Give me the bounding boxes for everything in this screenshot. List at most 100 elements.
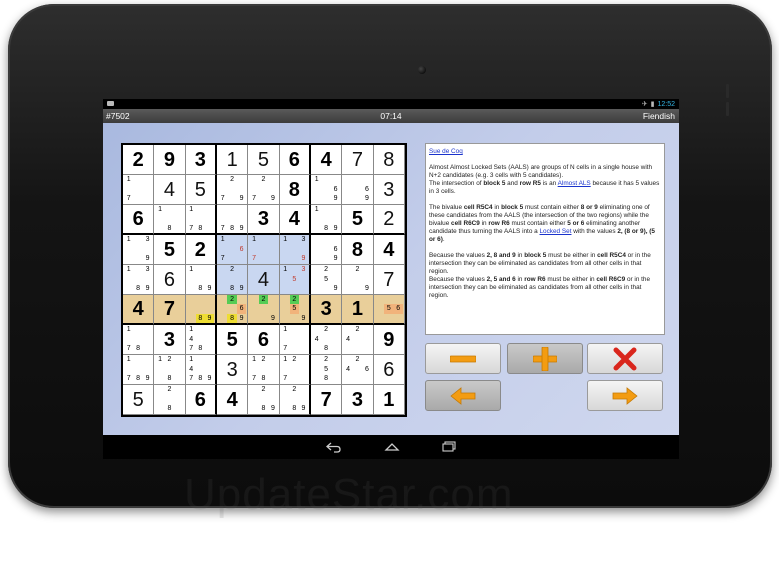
sudoku-cell[interactable]: 89 [185, 295, 217, 325]
sudoku-cell[interactable]: 2 [185, 235, 217, 265]
sudoku-cell[interactable]: 3 [373, 175, 405, 205]
sudoku-cell[interactable]: 1 89 [311, 205, 343, 235]
sudoku-cell[interactable]: 4 [373, 235, 405, 265]
sudoku-cell[interactable]: 1 4 789 [185, 355, 217, 385]
sudoku-cell[interactable]: 8 [373, 145, 405, 175]
sudoku-cell[interactable]: 1 [217, 145, 249, 175]
sudoku-cell[interactable]: 2 89 [248, 385, 280, 415]
sudoku-cell[interactable]: 8 [342, 235, 374, 265]
sudoku-cell[interactable]: 6 [123, 205, 155, 235]
sudoku-cell[interactable]: 4 [217, 385, 249, 415]
back-button[interactable] [425, 380, 501, 411]
sudoku-cell[interactable]: 1 78 [123, 325, 155, 355]
sudoku-cell[interactable]: 17 [123, 175, 155, 205]
sudoku-cell[interactable]: 6 [154, 265, 186, 295]
sudoku-cell[interactable]: 29 [342, 265, 374, 295]
sudoku-cell[interactable]: 1 [342, 295, 374, 325]
sudoku-cell[interactable]: 7 [311, 385, 343, 415]
sudoku-cell[interactable]: 1 3 89 [123, 265, 155, 295]
sudoku-cell[interactable]: 7 [342, 145, 374, 175]
sudoku-cell[interactable]: 24 6 [342, 355, 374, 385]
sudoku-cell[interactable]: 3 [311, 295, 343, 325]
sudoku-cell[interactable]: 5 [154, 235, 186, 265]
candidate-grid: 1 89 [312, 205, 340, 233]
sudoku-cell[interactable]: 12 7 [279, 355, 311, 385]
sudoku-cell[interactable]: 3 [342, 385, 374, 415]
sudoku-cell[interactable]: 69 [311, 235, 343, 265]
sudoku-cell[interactable]: 28 [154, 385, 186, 415]
sudoku-cell[interactable]: 1 [373, 385, 405, 415]
sudoku-cell[interactable]: 6 [185, 385, 217, 415]
sudoku-cell[interactable]: 1789 [123, 355, 155, 385]
sudoku-cell[interactable]: 69 [342, 175, 374, 205]
sudoku-cell[interactable]: 5 [342, 205, 374, 235]
sudoku-cell[interactable]: 9 [154, 145, 186, 175]
sudoku-cell[interactable]: 1 3 9 [123, 235, 155, 265]
sudoku-cell[interactable]: 6 [279, 145, 311, 175]
sudoku-cell[interactable]: 2 [373, 205, 405, 235]
candidate-digit: 1 [126, 326, 131, 333]
sudoku-cell[interactable]: 1 3 9 [279, 235, 311, 265]
explanation-text: Almost Almost Locked Sets (AALS) are gro… [429, 164, 653, 179]
sudoku-cell[interactable]: 259 [311, 265, 343, 295]
sudoku-cell[interactable]: 6 [248, 325, 280, 355]
sudoku-cell[interactable]: 4 [154, 175, 186, 205]
sudoku-cell[interactable]: 24 [342, 325, 374, 355]
recent-apps-icon[interactable] [441, 441, 457, 453]
sudoku-cell[interactable]: 2 89 [279, 385, 311, 415]
sudoku-cell[interactable]: 3 [185, 145, 217, 175]
cell-value: 4 [383, 238, 395, 261]
sudoku-cell[interactable]: 2 89 [217, 265, 249, 295]
sudoku-cell[interactable]: 2 5 8 [311, 355, 343, 385]
sudoku-cell[interactable]: 2 7 9 [217, 175, 249, 205]
sudoku-cell[interactable]: 17 [279, 325, 311, 355]
sudoku-cell[interactable]: 1 6 9 [311, 175, 343, 205]
sudoku-cell[interactable]: 1 4 78 [185, 325, 217, 355]
sudoku-cell[interactable]: 9 [373, 325, 405, 355]
sudoku-cell[interactable]: 2 7 9 [248, 175, 280, 205]
sudoku-cell[interactable]: 259 [279, 295, 311, 325]
plus-button[interactable] [507, 343, 583, 374]
technique-link[interactable]: Sue de Coq [429, 148, 463, 155]
locked-set-link[interactable]: Locked Set [540, 228, 572, 235]
sudoku-cell[interactable]: 789 [217, 205, 249, 235]
almost-als-link[interactable]: Almost ALS [558, 180, 591, 187]
back-nav-icon[interactable] [325, 441, 341, 453]
sudoku-cell[interactable]: 6 [373, 355, 405, 385]
sudoku-cell[interactable]: 248 [311, 325, 343, 355]
sudoku-cell[interactable]: 4 [123, 295, 155, 325]
sudoku-cell[interactable]: 3 [248, 205, 280, 235]
sudoku-cell[interactable]: 12 78 [248, 355, 280, 385]
minus-button[interactable] [425, 343, 501, 374]
sudoku-cell[interactable]: 3 [154, 325, 186, 355]
sudoku-cell[interactable]: 18 [154, 205, 186, 235]
candidate-grid: 12 7 [281, 355, 308, 384]
sudoku-cell[interactable]: 1 89 [185, 265, 217, 295]
sudoku-cell[interactable]: 4 [248, 265, 280, 295]
candidate-digit: 1 [314, 206, 319, 213]
sudoku-cell[interactable]: 7 [154, 295, 186, 325]
sudoku-cell[interactable]: 4 [279, 205, 311, 235]
sudoku-cell[interactable]: 1 6 7 [217, 235, 249, 265]
sudoku-cell[interactable]: 8 [279, 175, 311, 205]
sudoku-cell[interactable]: 56 [373, 295, 405, 325]
sudoku-cell[interactable]: 12 8 [154, 355, 186, 385]
sudoku-cell[interactable]: 29 [248, 295, 280, 325]
cell-value: 6 [163, 268, 176, 291]
forward-button[interactable] [587, 380, 663, 411]
sudoku-cell[interactable]: 5 [217, 325, 249, 355]
sudoku-cell[interactable]: 5 [123, 385, 155, 415]
clear-button[interactable] [587, 343, 663, 374]
sudoku-cell[interactable]: 3 [217, 355, 249, 385]
sudoku-cell[interactable]: 17 [248, 235, 280, 265]
sudoku-cell[interactable]: 7 [373, 265, 405, 295]
cell-value: 4 [320, 148, 332, 171]
sudoku-cell[interactable]: 2689 [217, 295, 249, 325]
sudoku-cell[interactable]: 5 [248, 145, 280, 175]
sudoku-cell[interactable]: 1 78 [185, 205, 217, 235]
sudoku-cell[interactable]: 4 [311, 145, 343, 175]
home-nav-icon[interactable] [384, 441, 400, 453]
sudoku-cell[interactable]: 2 [123, 145, 155, 175]
sudoku-cell[interactable]: 1 35 [279, 265, 311, 295]
sudoku-cell[interactable]: 5 [185, 175, 217, 205]
